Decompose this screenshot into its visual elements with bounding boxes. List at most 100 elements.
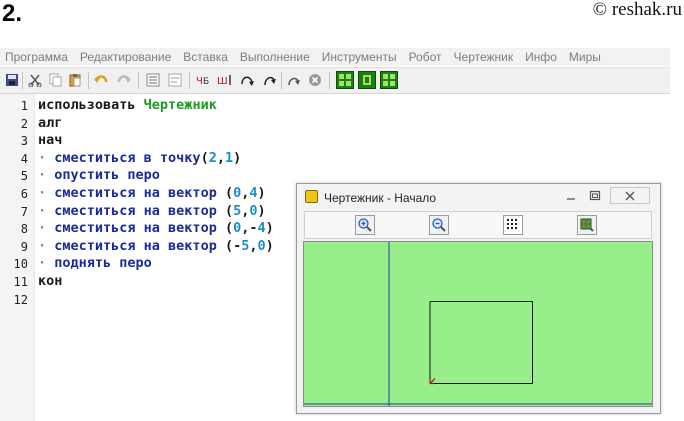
- line-number: 3: [20, 134, 28, 149]
- minimize-button[interactable]: [560, 187, 582, 204]
- menu-item-3[interactable]: Выполнение: [240, 50, 310, 64]
- code-token: 0: [233, 185, 242, 201]
- line-number: 1: [20, 99, 28, 113]
- code-token: 0: [257, 237, 266, 254]
- maximize-button[interactable]: [584, 187, 606, 204]
- code-line[interactable]: алг: [38, 115, 62, 131]
- code-line[interactable]: кон: [38, 273, 62, 289]
- insert-line-icon[interactable]: [144, 71, 162, 89]
- line-number: 9: [20, 239, 28, 254]
- code-token: ·: [38, 220, 55, 237]
- drawer-titlebar[interactable]: Чертежник - Начало: [297, 184, 660, 210]
- svg-text:Ш: Ш: [217, 76, 228, 87]
- drawing-surface: [304, 242, 652, 406]
- code-token: ·: [38, 202, 55, 219]
- step-over-icon[interactable]: [260, 71, 278, 89]
- code-token: 0: [249, 202, 258, 219]
- code-line[interactable]: · поднять перо: [38, 255, 152, 271]
- menu-item-1[interactable]: Редактирование: [80, 50, 171, 64]
- step-into-icon[interactable]: [238, 71, 256, 89]
- line-number: 12: [13, 292, 28, 307]
- code-token: (-: [224, 237, 242, 254]
- redo-icon[interactable]: [115, 71, 133, 89]
- watermark: © reshak.ru: [592, 0, 682, 20]
- grid-dots-icon[interactable]: [503, 215, 523, 235]
- menu-item-5[interactable]: Робот: [409, 50, 442, 64]
- grid-alt-icon[interactable]: [380, 71, 398, 89]
- code-line[interactable]: нач: [38, 132, 62, 148]
- line-number-gutter: 1 2 3 4 5 6 7 8 9 10 11 12: [0, 94, 35, 421]
- code-line[interactable]: · сместиться на вектор (0,4): [38, 185, 266, 201]
- code-token: опустить перо: [54, 167, 160, 184]
- menu-item-7[interactable]: Инфо: [525, 50, 557, 64]
- code-token: ·: [38, 167, 55, 184]
- zoom-out-icon[interactable]: [429, 215, 449, 235]
- save-icon[interactable]: [3, 71, 21, 89]
- menu-item-6[interactable]: Чертежник: [454, 50, 514, 64]
- code-token: ): [265, 237, 274, 254]
- code-line[interactable]: · сместиться на вектор (0,-4): [38, 220, 274, 236]
- code-line[interactable]: · сместиться на вектор (-5,0): [38, 238, 274, 254]
- code-token: (: [200, 149, 209, 166]
- line-number: 10: [13, 257, 28, 272]
- grid-icon[interactable]: [336, 71, 354, 89]
- line-number: 11: [13, 275, 28, 289]
- stop-icon[interactable]: [306, 71, 324, 89]
- code-token: сместиться на вектор: [54, 185, 225, 201]
- code-token: 5: [233, 202, 242, 219]
- code-token: использовать: [38, 97, 144, 113]
- menu-item-4[interactable]: Инструменты: [322, 50, 397, 64]
- svg-text:Б: Б: [203, 77, 209, 87]
- code-token: 4: [257, 220, 266, 237]
- line-number: 6: [20, 187, 28, 201]
- close-button[interactable]: [610, 187, 650, 204]
- menu-item-8[interactable]: Миры: [569, 50, 601, 64]
- remove-line-icon[interactable]: [166, 71, 184, 89]
- code-token: (: [224, 220, 234, 237]
- undo-icon[interactable]: [92, 71, 110, 89]
- code-token: сместиться на вектор: [54, 220, 225, 237]
- toolbar: ЧБ Ш: [0, 67, 670, 94]
- code-token: нач: [38, 132, 63, 149]
- code-token: ): [233, 149, 242, 166]
- code-token: сместиться на вектор: [54, 237, 225, 254]
- indent-icon[interactable]: Ш: [216, 71, 234, 89]
- copy-icon[interactable]: [46, 71, 64, 89]
- code-line[interactable]: · сместиться в точку(2,1): [38, 150, 241, 166]
- menu-item-2[interactable]: Вставка: [183, 50, 228, 64]
- code-token: поднять перо: [54, 255, 152, 272]
- code-token: алг: [38, 114, 63, 131]
- code-token: ): [257, 202, 266, 219]
- code-token: кон: [38, 273, 63, 289]
- code-token: сместиться в точку: [54, 149, 201, 166]
- drawer-toolbar: [304, 211, 652, 239]
- cut-icon[interactable]: [26, 71, 44, 89]
- code-line[interactable]: · опустить перо: [38, 167, 160, 183]
- code-line[interactable]: использовать Чертежник: [38, 97, 217, 113]
- line-number: 7: [20, 204, 28, 219]
- drawer-title: Чертежник - Начало: [324, 191, 437, 205]
- menu-item-0[interactable]: Программа: [5, 50, 68, 64]
- sort-icon[interactable]: ЧБ: [195, 71, 213, 89]
- code-token: (: [224, 185, 234, 201]
- code-token: ,: [249, 237, 258, 254]
- frame-icon[interactable]: [358, 71, 376, 89]
- code-token: 0: [233, 220, 242, 237]
- code-token: ,: [216, 149, 225, 166]
- code-token: 1: [225, 149, 234, 166]
- code-token: ·: [38, 185, 55, 201]
- code-line[interactable]: · сместиться на вектор (5,0): [38, 203, 266, 219]
- drawer-canvas[interactable]: [303, 241, 653, 407]
- code-token: сместиться на вектор: [54, 202, 225, 219]
- code-token: ): [257, 185, 266, 201]
- code-token: ·: [38, 237, 55, 254]
- code-token: (: [224, 202, 234, 219]
- line-number: 5: [20, 169, 28, 184]
- paste-icon[interactable]: [66, 71, 84, 89]
- pen-marker: [429, 378, 436, 385]
- line-number: 8: [20, 222, 28, 237]
- fit-icon[interactable]: [577, 215, 597, 235]
- zoom-in-icon[interactable]: [355, 215, 375, 235]
- step-run-icon[interactable]: [285, 71, 303, 89]
- code-token: ,-: [241, 220, 258, 237]
